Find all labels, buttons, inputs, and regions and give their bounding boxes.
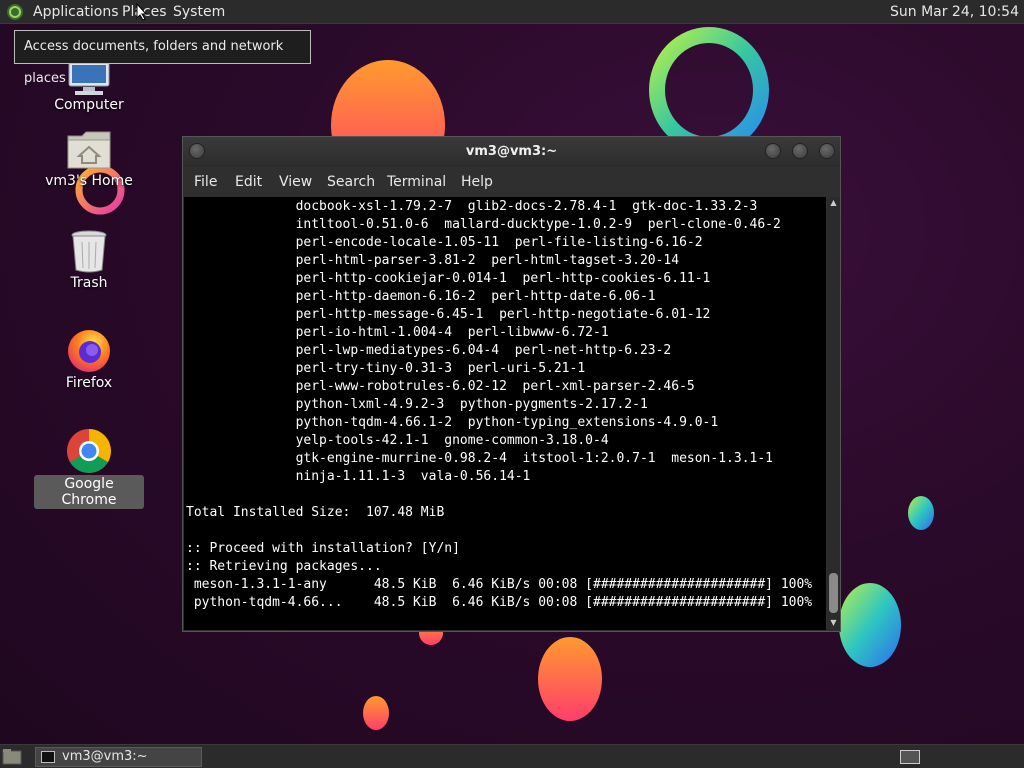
workspace-switcher[interactable] bbox=[900, 750, 920, 764]
menu-file[interactable]: File bbox=[194, 174, 217, 190]
menu-system[interactable]: System bbox=[173, 3, 225, 21]
menu-view[interactable]: View bbox=[279, 174, 312, 190]
terminal-scrollbar[interactable]: ▲ ▼ bbox=[827, 197, 840, 630]
home-folder-icon bbox=[67, 131, 111, 169]
terminal-output[interactable]: docbook-xsl-1.79.2-7 glib2-docs-2.78.4-1… bbox=[184, 197, 826, 630]
desktop-icon-label: Google Chrome bbox=[34, 475, 144, 509]
firefox-icon bbox=[68, 330, 110, 372]
menu-applications[interactable]: Applications bbox=[33, 3, 119, 21]
desktop-icon-google-chrome[interactable]: Google Chrome bbox=[34, 427, 144, 509]
top-panel: Applications Places System Sun Mar 24, 1… bbox=[0, 0, 1024, 24]
window-title: vm3@vm3:~ bbox=[465, 144, 558, 159]
desktop-icon-label: Trash bbox=[70, 275, 108, 291]
chrome-icon bbox=[67, 429, 111, 473]
menu-search[interactable]: Search bbox=[327, 174, 375, 190]
bottom-taskbar: vm3@vm3:~ bbox=[0, 744, 1024, 768]
desktop-icon-label: Computer bbox=[54, 97, 124, 113]
scroll-thumb[interactable] bbox=[829, 573, 838, 613]
terminal-menubar: File Edit View Search Terminal Help bbox=[183, 167, 840, 197]
desktop-icon-firefox[interactable]: Firefox bbox=[34, 326, 144, 392]
terminal-text: docbook-xsl-1.79.2-7 glib2-docs-2.78.4-1… bbox=[186, 199, 813, 610]
desktop-icon-home[interactable]: vm3's Home bbox=[34, 128, 144, 190]
trash-icon bbox=[71, 230, 107, 273]
close-icon[interactable] bbox=[819, 143, 835, 159]
taskbar-terminal-button[interactable]: vm3@vm3:~ bbox=[35, 747, 202, 767]
applications-logo-icon[interactable] bbox=[6, 3, 24, 21]
mouse-cursor-icon bbox=[136, 3, 148, 21]
menu-terminal[interactable]: Terminal bbox=[387, 174, 446, 190]
desktop-icon-trash[interactable]: Trash bbox=[34, 228, 144, 292]
scroll-down-icon[interactable]: ▼ bbox=[828, 618, 839, 628]
menu-help[interactable]: Help bbox=[461, 174, 493, 190]
window-menu-icon[interactable] bbox=[189, 143, 205, 159]
menu-edit[interactable]: Edit bbox=[235, 174, 262, 190]
terminal-window[interactable]: vm3@vm3:~ File Edit View Search Terminal… bbox=[182, 136, 841, 632]
terminal-icon bbox=[41, 751, 55, 763]
maximize-icon[interactable] bbox=[792, 143, 808, 159]
scroll-up-icon[interactable]: ▲ bbox=[828, 198, 839, 208]
show-desktop-icon[interactable] bbox=[2, 748, 22, 766]
places-tooltip: Access documents, folders and network pl… bbox=[14, 30, 311, 86]
panel-clock[interactable]: Sun Mar 24, 10:54 bbox=[890, 3, 1019, 21]
taskbar-button-label: vm3@vm3:~ bbox=[62, 749, 148, 764]
minimize-icon[interactable] bbox=[765, 143, 781, 159]
desktop-icon-label: vm3's Home bbox=[45, 173, 133, 189]
desktop-icon-label: Firefox bbox=[65, 375, 113, 391]
window-titlebar[interactable]: vm3@vm3:~ bbox=[183, 137, 840, 167]
